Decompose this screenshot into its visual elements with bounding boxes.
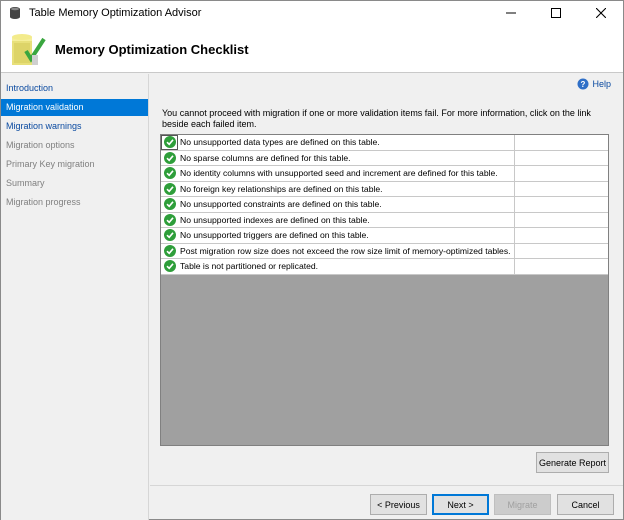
footer-divider [150,485,623,486]
table-row[interactable]: No foreign key relationships are defined… [161,181,608,197]
validation-item-text: No unsupported indexes are defined on th… [178,212,515,227]
more-info-link-cell[interactable] [515,135,608,150]
minimize-button[interactable] [488,1,533,25]
status-cell[interactable] [161,135,178,150]
svg-text:?: ? [581,80,586,89]
help-icon: ? [577,78,589,90]
check-passed-icon [163,151,176,164]
sidebar-item-migration-progress: Migration progress [6,197,81,207]
close-button[interactable] [578,1,623,25]
check-passed-icon [163,229,176,242]
help-label[interactable]: Help [592,79,611,89]
main-panel: ? Help You cannot proceed with migration… [150,74,623,486]
more-info-link-cell[interactable] [515,197,608,212]
window-title: Table Memory Optimization Advisor [29,7,202,19]
cancel-button[interactable]: Cancel [557,494,614,515]
check-passed-icon [163,136,176,149]
more-info-link-cell[interactable] [515,213,608,228]
status-cell[interactable] [161,182,178,197]
table-row[interactable]: No unsupported constraints are defined o… [161,197,608,213]
status-cell[interactable] [161,213,178,228]
check-passed-icon [163,182,176,195]
status-cell[interactable] [161,244,178,259]
validation-item-text: No unsupported constraints are defined o… [178,197,515,212]
generate-report-button[interactable]: Generate Report [536,452,609,473]
more-info-link-cell[interactable] [515,259,608,274]
check-passed-icon [163,198,176,211]
check-passed-icon [163,213,176,226]
status-cell[interactable] [161,151,178,166]
validation-item-text: No sparse columns are defined for this t… [178,150,515,165]
more-info-link-cell[interactable] [515,244,608,259]
help-link[interactable]: ? Help [577,78,611,90]
status-cell[interactable] [161,259,178,274]
sidebar-item-summary: Summary [6,178,45,188]
sidebar-item-migration-warnings[interactable]: Migration warnings [1,118,148,135]
minimize-icon [505,12,516,14]
table-row[interactable]: No unsupported triggers are defined on t… [161,228,608,244]
status-cell[interactable] [161,166,178,181]
status-cell[interactable] [161,228,178,243]
sidebar-item-migration-options: Migration options [6,140,75,150]
check-passed-icon [163,244,176,257]
check-passed-icon [163,167,176,180]
migrate-button: Migrate [494,494,551,515]
wizard-header: Memory Optimization Checklist [1,25,623,73]
memory-optimization-icon [12,34,46,65]
sidebar-item-introduction[interactable]: Introduction [1,80,148,97]
validation-item-text: No unsupported data types are defined on… [178,135,515,150]
validation-item-text: No identity columns with unsupported see… [178,166,515,181]
table-row[interactable]: No sparse columns are defined for this t… [161,150,608,166]
next-button[interactable]: Next > [432,494,489,515]
previous-button[interactable]: < Previous [370,494,427,515]
wizard-steps-sidebar: Introduction Migration validation Migrat… [1,74,149,520]
advisor-window: Table Memory Optimization Advisor Memory… [0,0,624,520]
more-info-link-cell[interactable] [515,151,608,166]
sidebar-item-migration-validation[interactable]: Migration validation [1,99,148,116]
table-row[interactable]: No unsupported data types are defined on… [161,135,608,151]
table-row[interactable]: Post migration row size does not exceed … [161,243,608,259]
more-info-link-cell[interactable] [515,228,608,243]
validation-checklist: No unsupported data types are defined on… [160,134,609,446]
maximize-icon [550,8,561,18]
window-controls [488,1,623,25]
status-cell[interactable] [161,197,178,212]
check-passed-icon [163,260,176,273]
validation-item-text: Post migration row size does not exceed … [178,243,515,258]
database-icon [10,7,20,19]
page-title: Memory Optimization Checklist [55,42,249,57]
table-row[interactable]: No identity columns with unsupported see… [161,166,608,182]
validation-item-text: No foreign key relationships are defined… [178,181,515,196]
instructions-text: You cannot proceed with migration if one… [162,108,591,129]
validation-item-text: Table is not partitioned or replicated. [178,259,515,274]
sidebar-item-primary-key-migration: Primary Key migration [6,159,95,169]
more-info-link-cell[interactable] [515,166,608,181]
validation-item-text: No unsupported triggers are defined on t… [178,228,515,243]
title-bar[interactable]: Table Memory Optimization Advisor [1,1,623,25]
table-row[interactable]: Table is not partitioned or replicated. [161,259,608,275]
maximize-button[interactable] [533,1,578,25]
more-info-link-cell[interactable] [515,182,608,197]
table-row[interactable]: No unsupported indexes are defined on th… [161,212,608,228]
close-icon [595,8,606,18]
